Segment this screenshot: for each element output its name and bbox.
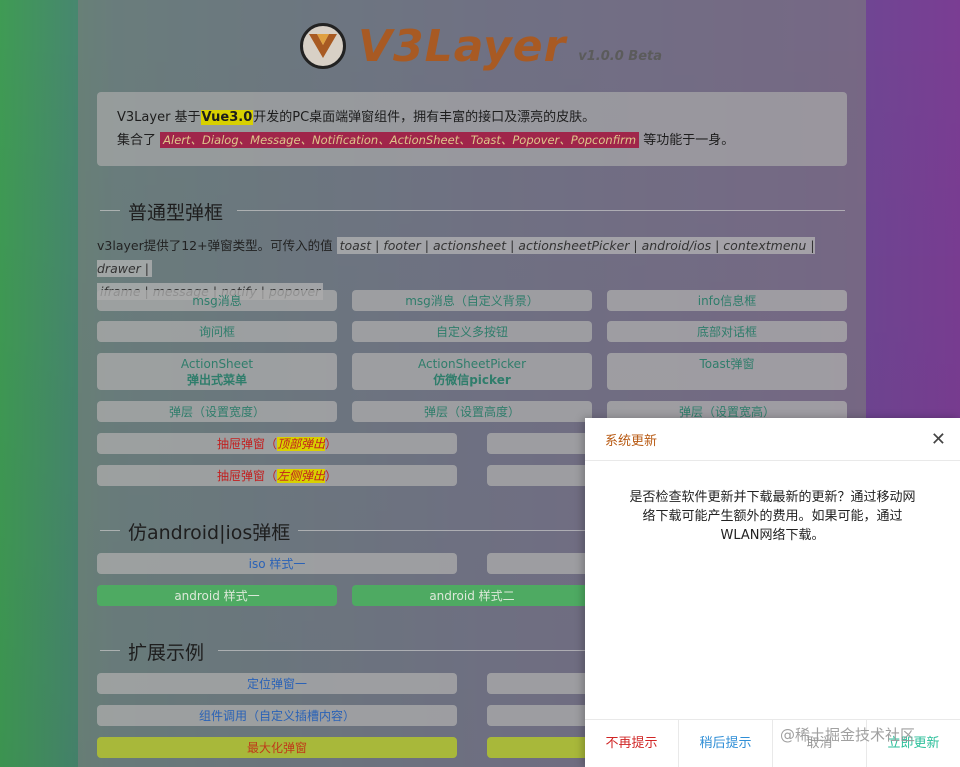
vue-highlight: Vue3.0 [200, 110, 254, 125]
component-slot-button[interactable]: 组件调用（自定义插槽内容） [97, 705, 457, 726]
msg-button[interactable]: msg消息 [97, 290, 337, 311]
ask-button[interactable]: 询问框 [97, 321, 337, 342]
section-divider [100, 650, 120, 651]
section-divider [100, 210, 120, 211]
actionsheet-button[interactable]: ActionSheet 弹出式菜单 [97, 353, 337, 390]
button-highlight: 顶部弹出 [276, 437, 325, 451]
android-style-1-button[interactable]: android 样式一 [97, 585, 337, 606]
intro-box: V3Layer 基于Vue3.0开发的PC桌面端弹窗组件，拥有丰富的接口及漂亮的… [97, 92, 847, 166]
section-title-android-ios: 仿android|ios弹框 [128, 522, 291, 544]
msg-custom-bg-button[interactable]: msg消息（自定义背景） [352, 290, 592, 311]
close-icon[interactable]: ✕ [931, 429, 946, 450]
logo: V3Layer v1.0.0 Beta [300, 18, 662, 74]
dont-remind-button[interactable]: 不再提示 [585, 720, 679, 767]
button-label: ） [325, 437, 338, 451]
ios-style-1-button[interactable]: iso 样式一 [97, 553, 457, 574]
button-sublabel: 仿微信picker [433, 373, 511, 387]
drawer-left-button[interactable]: 抽屉弹窗（左侧弹出） [97, 465, 457, 486]
custom-buttons-button[interactable]: 自定义多按钮 [352, 321, 592, 342]
height-layer-button[interactable]: 弹层（设置高度） [352, 401, 592, 422]
section-divider [298, 530, 598, 531]
dialog-title: 系统更新 [605, 433, 658, 449]
button-label: ActionSheet [180, 357, 254, 371]
section-divider [237, 210, 845, 211]
actionsheetpicker-button[interactable]: ActionSheetPicker 仿微信picker [352, 353, 592, 390]
button-label: 抽屉弹窗（ [216, 469, 277, 483]
section-title-extensions: 扩展示例 [128, 642, 205, 664]
button-highlight: 左侧弹出 [276, 469, 325, 483]
intro-line-1: V3Layer 基于Vue3.0开发的PC桌面端弹窗组件，拥有丰富的接口及漂亮的… [117, 106, 847, 129]
feature-tags: Alert、Dialog、Message、Notification、Action… [160, 132, 640, 148]
toast-button[interactable]: Toast弹窗 [607, 353, 847, 390]
intro-text: V3Layer 基于 [117, 110, 201, 125]
button-label: ActionSheetPicker [417, 357, 527, 371]
dialog-message: 是否检查软件更新并下载最新的更新？通过移动网络下载可能产生额外的费用。如果可能，… [629, 490, 916, 543]
section-divider [218, 650, 598, 651]
section-divider [100, 530, 120, 531]
v-logo-icon [300, 23, 346, 69]
desc-text: v3layer提供了12+弹窗类型。可传入的值 [97, 238, 337, 253]
intro-text: 集合了 [117, 133, 161, 148]
position-popup-button[interactable]: 定位弹窗一 [97, 673, 457, 694]
button-label: ） [325, 469, 338, 483]
system-update-dialog: 系统更新 ✕ 是否检查软件更新并下载最新的更新？通过移动网络下载可能产生额外的费… [585, 418, 960, 767]
width-layer-button[interactable]: 弹层（设置宽度） [97, 401, 337, 422]
watermark: @稀土掘金技术社区 [780, 726, 916, 744]
intro-text: 等功能于一身。 [639, 133, 735, 148]
logo-title: V3Layer [358, 20, 567, 72]
button-label: 抽屉弹窗（ [216, 437, 277, 451]
dialog-header: 系统更新 ✕ [585, 418, 960, 461]
button-sublabel: 弹出式菜单 [186, 373, 247, 387]
section-title-normal: 普通型弹框 [128, 202, 224, 224]
android-style-2-button[interactable]: android 样式二 [352, 585, 592, 606]
maximize-popup-button[interactable]: 最大化弹窗 [97, 737, 457, 758]
bottom-dialog-button[interactable]: 底部对话框 [607, 321, 847, 342]
intro-text: 开发的PC桌面端弹窗组件，拥有丰富的接口及漂亮的皮肤。 [253, 110, 596, 125]
drawer-top-button[interactable]: 抽屉弹窗（顶部弹出） [97, 433, 457, 454]
remind-later-button[interactable]: 稍后提示 [679, 720, 773, 767]
info-button[interactable]: info信息框 [607, 290, 847, 311]
intro-line-2: 集合了 Alert、Dialog、Message、Notification、Ac… [117, 129, 847, 152]
logo-version: v1.0.0 Beta [578, 48, 662, 64]
